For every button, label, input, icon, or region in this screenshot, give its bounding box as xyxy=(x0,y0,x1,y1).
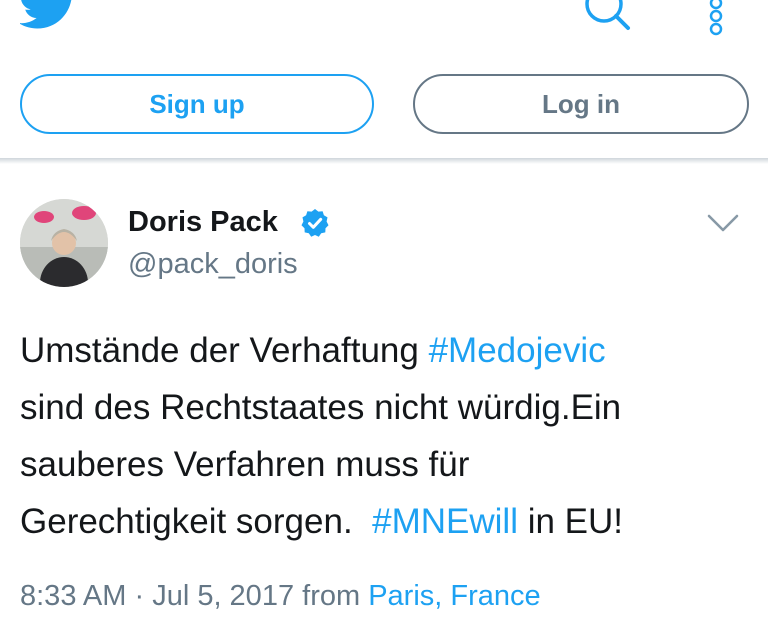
more-vertical-icon[interactable] xyxy=(706,0,726,40)
tweet-line-4: Gerechtigkeit sorgen. #MNEwill in EU! xyxy=(20,493,750,550)
meta-from: from xyxy=(294,580,369,612)
author-handle[interactable]: @pack_doris xyxy=(128,248,298,281)
tweet-text-fragment: in EU! xyxy=(517,502,624,541)
tweet-time[interactable]: 8:33 AM xyxy=(20,580,126,612)
tweet-text: Umstände der Verhaftung #Medojevic sind … xyxy=(20,322,750,550)
chevron-down-icon[interactable] xyxy=(706,212,740,234)
avatar[interactable] xyxy=(20,199,108,287)
top-bar: Sign up Log in xyxy=(0,0,768,158)
signup-label: Sign up xyxy=(149,88,245,119)
tweet-text-fragment: Gerechtigkeit sorgen. xyxy=(20,502,373,541)
search-icon[interactable] xyxy=(580,0,632,34)
header-divider xyxy=(0,158,768,164)
tweet-location-link[interactable]: Paris, France xyxy=(368,580,540,612)
twitter-bird-icon[interactable] xyxy=(20,0,80,32)
hashtag-link-medojevic[interactable]: #Medojevic xyxy=(429,331,606,370)
verified-badge-icon xyxy=(301,209,329,237)
login-label: Log in xyxy=(542,88,620,119)
login-button[interactable]: Log in xyxy=(413,74,749,134)
signup-button[interactable]: Sign up xyxy=(20,74,374,134)
tweet-line-1: Umstände der Verhaftung #Medojevic xyxy=(20,322,750,379)
tweet-text-fragment: Umstände der Verhaftung xyxy=(20,331,429,370)
meta-separator: · xyxy=(126,580,153,612)
tweet-meta: 8:33 AM · Jul 5, 2017 from Paris, France xyxy=(20,580,541,613)
tweet-line-2: sind des Rechtstaates nicht würdig.Ein xyxy=(20,388,622,427)
tweet-line-3: sauberes Verfahren muss für xyxy=(20,445,470,484)
tweet-date[interactable]: Jul 5, 2017 xyxy=(152,580,294,612)
avatar-photo xyxy=(20,199,108,287)
hashtag-link-mnewill[interactable]: #MNEwill xyxy=(372,502,518,541)
author-display-name[interactable]: Doris Pack xyxy=(128,206,278,239)
